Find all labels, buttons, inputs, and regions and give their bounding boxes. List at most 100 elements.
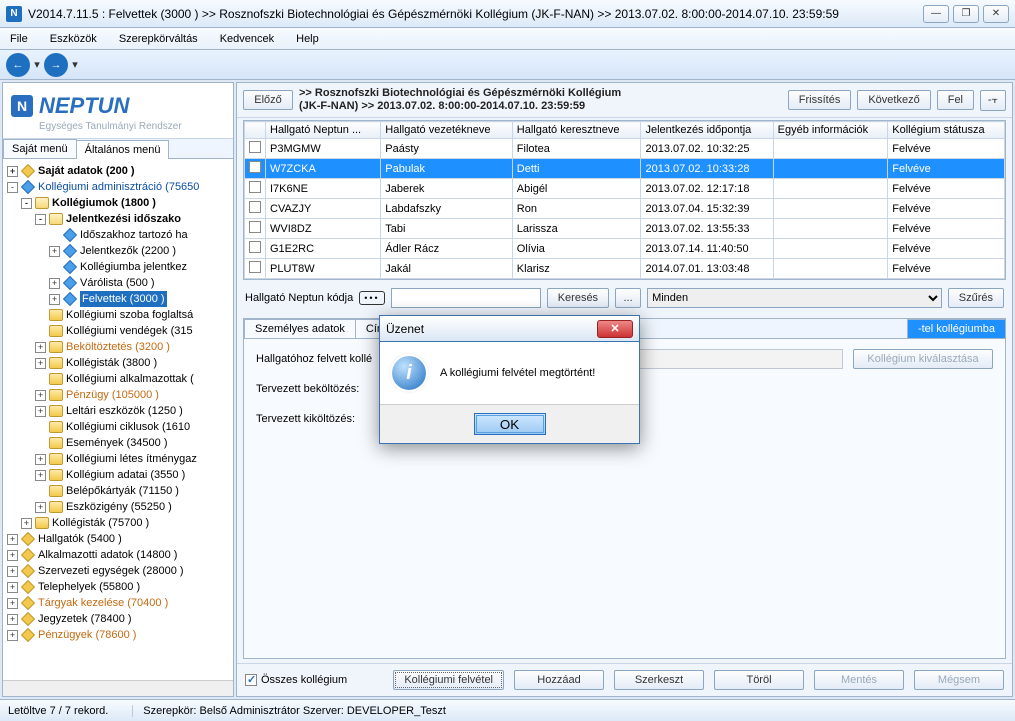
tree-item[interactable]: +Kollégisták (75700 ) <box>5 515 231 531</box>
tree-expander[interactable]: + <box>49 294 60 305</box>
tree-expander[interactable]: + <box>7 598 18 609</box>
tree-item[interactable]: +Felvettek (3000 ) <box>5 291 231 307</box>
tree-item[interactable]: +Jegyzetek (78400 ) <box>5 611 231 627</box>
table-row[interactable]: WVI8DZTabiLarissza2013.07.02. 13:55:33Fe… <box>245 219 1005 239</box>
menu-file[interactable]: File <box>4 31 34 47</box>
tree-item[interactable]: Kollégiumi ciklusok (1610 <box>5 419 231 435</box>
dialog-ok-button[interactable]: OK <box>474 413 546 435</box>
nav-tree[interactable]: +Saját adatok (200 )-Kollégiumi adminisz… <box>3 159 233 680</box>
row-checkbox[interactable] <box>249 201 261 213</box>
tree-item[interactable]: Kollégiumi szoba foglaltsá <box>5 307 231 323</box>
tree-item[interactable]: +Pénzügy (105000 ) <box>5 387 231 403</box>
row-checkbox[interactable] <box>249 261 261 273</box>
edit-button[interactable]: Szerkeszt <box>614 670 704 690</box>
table-row[interactable]: I7K6NEJaberekAbigél2013.07.02. 12:17:18F… <box>245 179 1005 199</box>
window-close-button[interactable]: ✕ <box>983 5 1009 23</box>
table-row[interactable]: P3MGMWPaástyFilotea2013.07.02. 10:32:25F… <box>245 139 1005 159</box>
nav-forward-button[interactable]: → <box>44 53 68 77</box>
choose-dorm-button[interactable]: Kollégium kiválasztása <box>853 349 993 369</box>
tree-expander[interactable]: + <box>35 358 46 369</box>
dorm-admit-button[interactable]: Kollégiumi felvétel <box>393 670 504 690</box>
filter-select[interactable]: Minden <box>647 288 942 308</box>
table-row[interactable]: PLUT8WJakálKlarisz2014.07.01. 13:03:48Fe… <box>245 259 1005 279</box>
nav-forward-dropdown[interactable]: ▾ <box>70 58 80 71</box>
grid-column-header[interactable]: Hallgató keresztneve <box>512 122 641 139</box>
tree-item[interactable]: +Várólista (500 ) <box>5 275 231 291</box>
tree-item[interactable]: Kollégiumi alkalmazottak ( <box>5 371 231 387</box>
table-row[interactable]: G1E2RCÁdler RáczOlívia2013.07.14. 11:40:… <box>245 239 1005 259</box>
row-checkbox[interactable] <box>249 221 261 233</box>
row-checkbox[interactable] <box>249 181 261 193</box>
tree-expander[interactable]: + <box>21 518 32 529</box>
filter-button[interactable]: Szűrés <box>948 288 1004 308</box>
tree-item[interactable]: +Beköltöztetés (3200 ) <box>5 339 231 355</box>
grid-column-header[interactable]: Hallgató vezetékneve <box>381 122 513 139</box>
tree-expander[interactable]: + <box>35 454 46 465</box>
refresh-button[interactable]: Frissítés <box>788 90 852 110</box>
students-grid[interactable]: Hallgató Neptun ...Hallgató vezetékneveH… <box>243 120 1006 280</box>
tree-expander[interactable]: + <box>35 406 46 417</box>
tree-item[interactable]: +Alkalmazotti adatok (14800 ) <box>5 547 231 563</box>
tree-item[interactable]: +Telephelyek (55800 ) <box>5 579 231 595</box>
tree-expander[interactable]: + <box>7 534 18 545</box>
tree-item[interactable]: +Hallgatók (5400 ) <box>5 531 231 547</box>
tree-item[interactable]: Események (34500 ) <box>5 435 231 451</box>
tree-item[interactable]: +Szervezeti egységek (28000 ) <box>5 563 231 579</box>
prev-button[interactable]: Előző <box>243 90 293 110</box>
tree-expander[interactable]: + <box>35 470 46 481</box>
tree-item[interactable]: +Saját adatok (200 ) <box>5 163 231 179</box>
nav-back-button[interactable]: ← <box>6 53 30 77</box>
table-row[interactable]: CVAZJYLabdafszkyRon2013.07.04. 15:32:39F… <box>245 199 1005 219</box>
tree-item[interactable]: -Kollégiumok (1800 ) <box>5 195 231 211</box>
grid-column-header[interactable]: Jelentkezés időpontja <box>641 122 773 139</box>
tree-expander[interactable]: + <box>7 630 18 641</box>
tree-item[interactable]: +Pénzügyek (78600 ) <box>5 627 231 643</box>
tree-hscroll[interactable] <box>3 680 233 696</box>
tree-item[interactable]: +Kollégisták (3800 ) <box>5 355 231 371</box>
menu-tools[interactable]: Eszközök <box>44 31 103 47</box>
grid-column-header[interactable]: Kollégium státusza <box>888 122 1005 139</box>
tree-item[interactable]: +Jelentkezők (2200 ) <box>5 243 231 259</box>
save-button[interactable]: Mentés <box>814 670 904 690</box>
search-button[interactable]: Keresés <box>547 288 609 308</box>
tab-own-menu[interactable]: Saját menü <box>3 139 77 158</box>
tab-personal[interactable]: Személyes adatok <box>244 319 356 338</box>
grid-corner-header[interactable] <box>245 122 266 139</box>
delete-button[interactable]: Töröl <box>714 670 804 690</box>
tree-expander[interactable]: - <box>7 182 18 193</box>
tree-item[interactable]: Kollégiumba jelentkez <box>5 259 231 275</box>
tree-item[interactable]: Belépőkártyák (71150 ) <box>5 483 231 499</box>
tree-expander[interactable]: + <box>7 582 18 593</box>
tree-expander[interactable]: + <box>7 166 18 177</box>
grid-column-header[interactable]: Egyéb információk <box>773 122 888 139</box>
nav-back-dropdown[interactable]: ▾ <box>32 58 42 71</box>
tree-item[interactable]: -Kollégiumi adminisztráció (75650 <box>5 179 231 195</box>
row-checkbox[interactable] <box>249 161 261 173</box>
tree-expander[interactable]: + <box>49 278 60 289</box>
table-row[interactable]: W7ZCKAPabulakDetti2013.07.02. 10:33:28Fe… <box>245 159 1005 179</box>
up-button[interactable]: Fel <box>937 90 974 110</box>
tab-general-menu[interactable]: Általános menü <box>76 140 170 159</box>
menu-help[interactable]: Help <box>290 31 325 47</box>
tree-expander[interactable]: + <box>35 342 46 353</box>
tree-expander[interactable]: + <box>7 566 18 577</box>
tree-item[interactable]: +Kollégiumi létes ítménygaz <box>5 451 231 467</box>
pin-button[interactable]: -⫟ <box>980 90 1006 111</box>
all-dorms-checkbox[interactable]: ✓ Összes kollégium <box>245 674 347 686</box>
tree-item[interactable]: +Leltári eszközök (1250 ) <box>5 403 231 419</box>
tree-expander[interactable]: + <box>7 614 18 625</box>
search-more-button[interactable]: ... <box>615 288 641 308</box>
tree-expander[interactable]: + <box>35 390 46 401</box>
tree-expander[interactable]: - <box>35 214 46 225</box>
tree-item[interactable]: +Kollégium adatai (3550 ) <box>5 467 231 483</box>
tab-dormitory[interactable]: -tel kollégiumba <box>907 319 1006 338</box>
window-maximize-button[interactable]: ❐ <box>953 5 979 23</box>
dialog-close-button[interactable]: ✕ <box>597 320 633 338</box>
grid-column-header[interactable]: Hallgató Neptun ... <box>266 122 381 139</box>
tree-expander[interactable]: + <box>35 502 46 513</box>
menu-favorites[interactable]: Kedvencek <box>214 31 280 47</box>
window-minimize-button[interactable]: — <box>923 5 949 23</box>
tree-expander[interactable]: - <box>21 198 32 209</box>
tree-item[interactable]: +Eszközigény (55250 ) <box>5 499 231 515</box>
cancel-button[interactable]: Mégsem <box>914 670 1004 690</box>
